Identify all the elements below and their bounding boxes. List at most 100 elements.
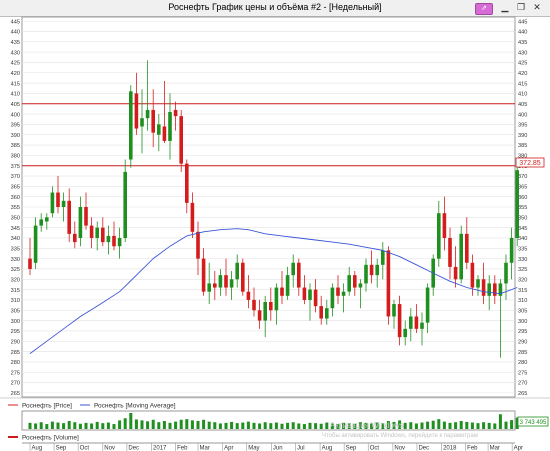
candle-body [420,322,424,329]
candle-body [325,308,329,319]
date-tick-label: Dec [418,446,429,451]
volume-bar [207,421,211,429]
volume-bar [101,423,105,429]
y-tick-label: 285 [11,350,20,356]
y-tick-label: 355 [11,205,20,211]
candle-body [308,289,312,300]
y-tick-label: 275 [11,370,20,376]
volume-bar [213,422,217,429]
candle-body [45,217,49,222]
candle-body [33,225,38,263]
volume-bar [202,419,206,429]
candle-body [302,287,307,300]
y-tick-label: 295 [518,329,527,335]
y-tick-label: 295 [11,329,20,335]
candle-body [403,328,407,338]
candle-body [263,302,267,321]
y-tick-label: 325 [518,267,527,273]
volume-bar [162,421,166,429]
y-tick-label: 420 [518,71,527,77]
y-tick-label: 415 [518,81,527,87]
candle-body [151,109,155,133]
candle-body [459,233,463,280]
price-chart[interactable]: 265 270 275 280 285 290 295 300 305 310 315 320 325 3… [0,0,550,451]
volume-bar [95,421,99,429]
candle-body [470,262,475,288]
y-tick-label: 290 [518,339,527,345]
candle-body [145,109,150,119]
y-tick-label: 425 [518,61,527,67]
candle-body [140,118,144,127]
y-tick-label: 445 [518,19,527,25]
volume-bar [414,423,418,429]
y-tick-label: 335 [518,247,527,253]
y-tick-label: 395 [11,123,20,129]
candle-body [493,283,497,296]
volume-bar [426,421,430,429]
volume-bar [230,421,234,429]
candle-body [448,237,452,267]
y-tick-label: 310 [518,298,527,304]
volume-bar [179,419,183,429]
candle-body [409,316,413,329]
y-tick-label: 330 [518,257,527,263]
volume-bar [90,423,94,429]
candle-body [487,283,491,296]
volume-bar [56,422,60,429]
date-tick-label: Apr [224,446,233,451]
date-tick-label: Nov [394,446,405,451]
candle-body [73,233,77,243]
date-tick-label: Nov [104,446,115,451]
y-tick-label: 420 [11,71,20,77]
candle-body [358,283,363,288]
volume-bar [263,422,267,429]
volume-bar [431,420,435,429]
watermark-title: Активация Windows [330,421,404,430]
y-tick-label: 325 [11,267,20,273]
candle-body [179,116,183,164]
watermark-subtitle: Чтобы активировать Windows, перейдите к … [322,432,478,439]
date-tick-label: Feb [177,446,188,451]
volume-bar [67,421,71,429]
volume-bar [134,419,138,429]
candle-body [162,126,167,141]
candle-body [515,170,519,238]
candle-body [425,287,430,323]
y-tick-label: 305 [518,308,527,314]
candle-body [78,207,83,238]
volume-bar [510,420,514,429]
candle-body [313,289,318,307]
candle-body [442,213,447,238]
volume-legend-label[interactable]: Роснефть [Volume] [22,435,79,442]
candle-body [61,200,66,207]
y-tick-label: 410 [11,92,20,98]
volume-bar [190,420,194,429]
y-tick-label: 370 [518,174,527,180]
volume-bar [280,423,284,429]
price-legend-label[interactable]: Роснефть [Price] [22,403,72,410]
volume-bar [274,422,278,429]
y-tick-label: 340 [518,236,527,242]
candle-body [291,262,295,276]
candle-body [381,250,385,265]
y-tick-label: 290 [11,339,20,345]
volume-bar [297,423,301,429]
y-tick-label: 315 [518,288,527,294]
candle-body [28,258,32,269]
candle-body [274,287,279,311]
ma-legend-label[interactable]: Роснефть [Moving Average] [94,403,176,410]
volume-bar [454,422,458,429]
volume-bar [224,422,228,429]
candle-body [117,237,122,247]
volume-bar [174,421,178,429]
volume-bar [314,423,318,429]
candle-body [504,262,508,284]
y-tick-label: 335 [11,247,20,253]
candle-body [257,310,262,321]
candle-body [375,264,379,276]
date-tick-label: Mar [490,446,500,451]
volume-bar [269,423,273,429]
candle-body [319,306,323,319]
volume-bar [403,422,407,429]
y-tick-label: 265 [518,391,527,397]
